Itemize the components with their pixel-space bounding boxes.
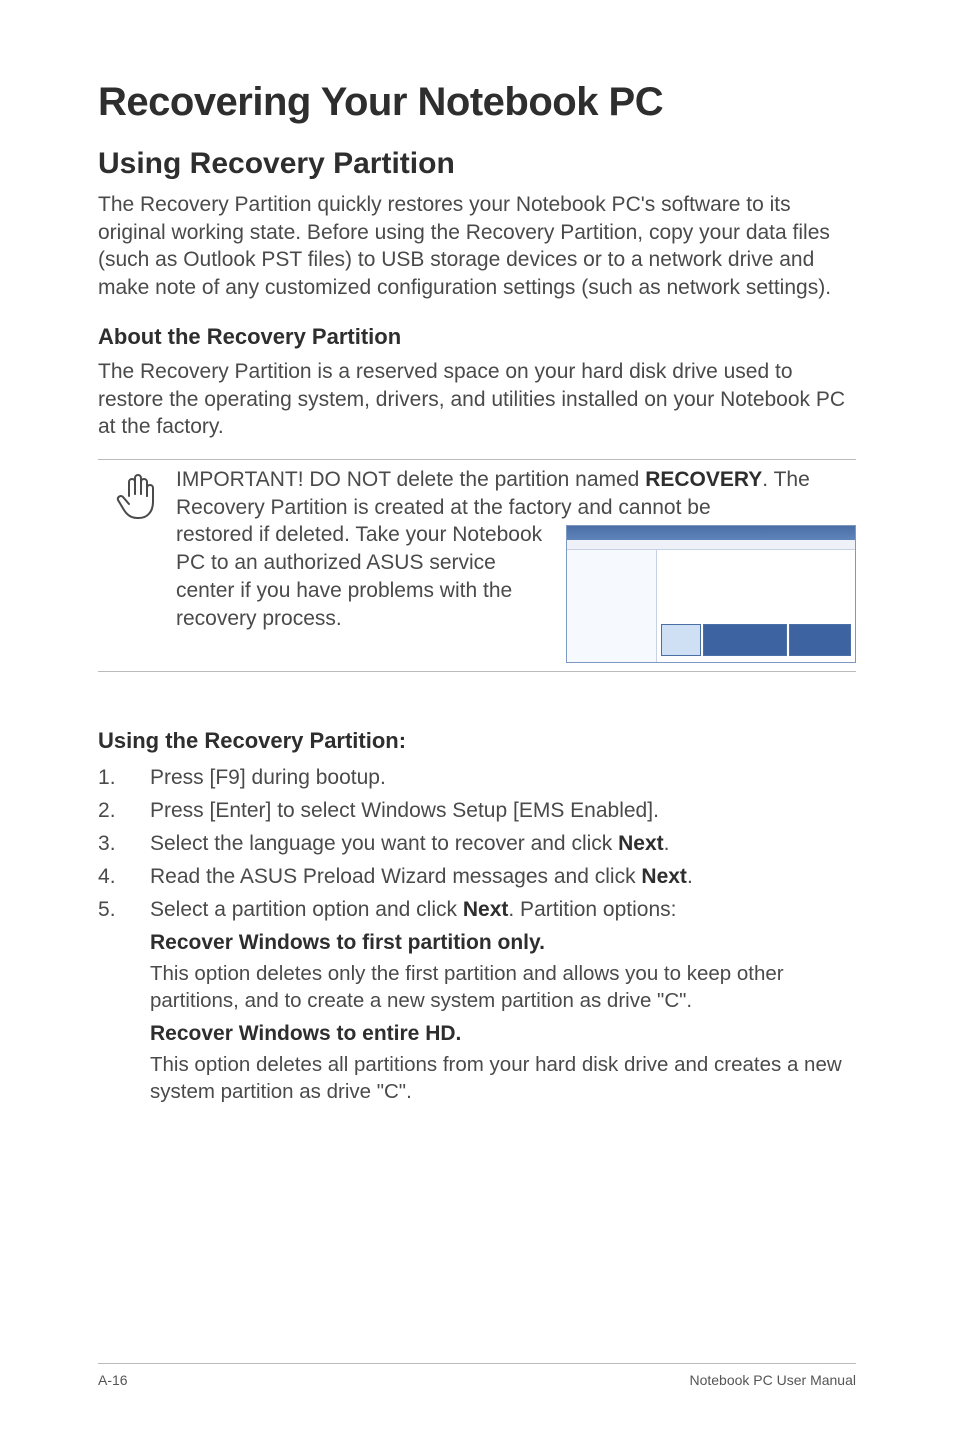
note-recovery-word: RECOVERY	[645, 468, 762, 491]
important-note: IMPORTANT! DO NOT delete the partition n…	[98, 459, 856, 672]
option-1-body: This option deletes only the first parti…	[150, 960, 856, 1014]
step-5-bold: Next	[463, 898, 509, 921]
hand-icon	[114, 470, 160, 522]
step-3: Select the language you want to recover …	[98, 830, 856, 859]
step-2: Press [Enter] to select Windows Setup [E…	[98, 797, 856, 826]
step-4-bold: Next	[641, 865, 687, 888]
step-1: Press [F9] during bootup.	[98, 764, 856, 793]
step-4-post: .	[687, 865, 693, 888]
page-footer: A-16 Notebook PC User Manual	[98, 1363, 856, 1388]
note-line1: IMPORTANT! DO NOT delete the partition n…	[176, 466, 856, 521]
section-intro: The Recovery Partition quickly restores …	[98, 191, 856, 302]
option-2-title: Recover Windows to entire HD.	[150, 1020, 856, 1049]
page-title: Recovering Your Notebook PC	[98, 80, 856, 125]
footer-page-number: A-16	[98, 1372, 128, 1388]
steps-list: Press [F9] during bootup. Press [Enter] …	[98, 764, 856, 1105]
step-4-pre: Read the ASUS Preload Wizard messages an…	[150, 865, 641, 888]
usage-heading: Using the Recovery Partition:	[98, 728, 856, 754]
step-3-post: .	[664, 832, 670, 855]
option-1-title: Recover Windows to first partition only.	[150, 929, 856, 958]
option-2-body: This option deletes all partitions from …	[150, 1051, 856, 1105]
footer-manual-title: Notebook PC User Manual	[689, 1372, 856, 1388]
disk-management-screenshot	[566, 525, 856, 663]
note-lower-row: restored if deleted. Take your Notebook …	[176, 521, 856, 663]
about-heading: About the Recovery Partition	[98, 324, 856, 350]
about-body: The Recovery Partition is a reserved spa…	[98, 358, 856, 441]
step-3-bold: Next	[618, 832, 664, 855]
step-5-pre: Select a partition option and click	[150, 898, 463, 921]
note-body: IMPORTANT! DO NOT delete the partition n…	[176, 466, 856, 671]
note-line1-pre: IMPORTANT! DO NOT delete the partition n…	[176, 468, 645, 491]
section-heading: Using Recovery Partition	[98, 147, 856, 181]
option-2: Recover Windows to entire HD. This optio…	[150, 1020, 856, 1105]
page-content: Recovering Your Notebook PC Using Recove…	[98, 80, 856, 1105]
hand-icon-cell	[98, 466, 176, 522]
step-4: Read the ASUS Preload Wizard messages an…	[98, 863, 856, 892]
option-1: Recover Windows to first partition only.…	[150, 929, 856, 1014]
step-5-post: . Partition options:	[508, 898, 676, 921]
step-5: Select a partition option and click Next…	[98, 896, 856, 1105]
note-lower-text: restored if deleted. Take your Notebook …	[176, 521, 556, 632]
step-3-pre: Select the language you want to recover …	[150, 832, 618, 855]
